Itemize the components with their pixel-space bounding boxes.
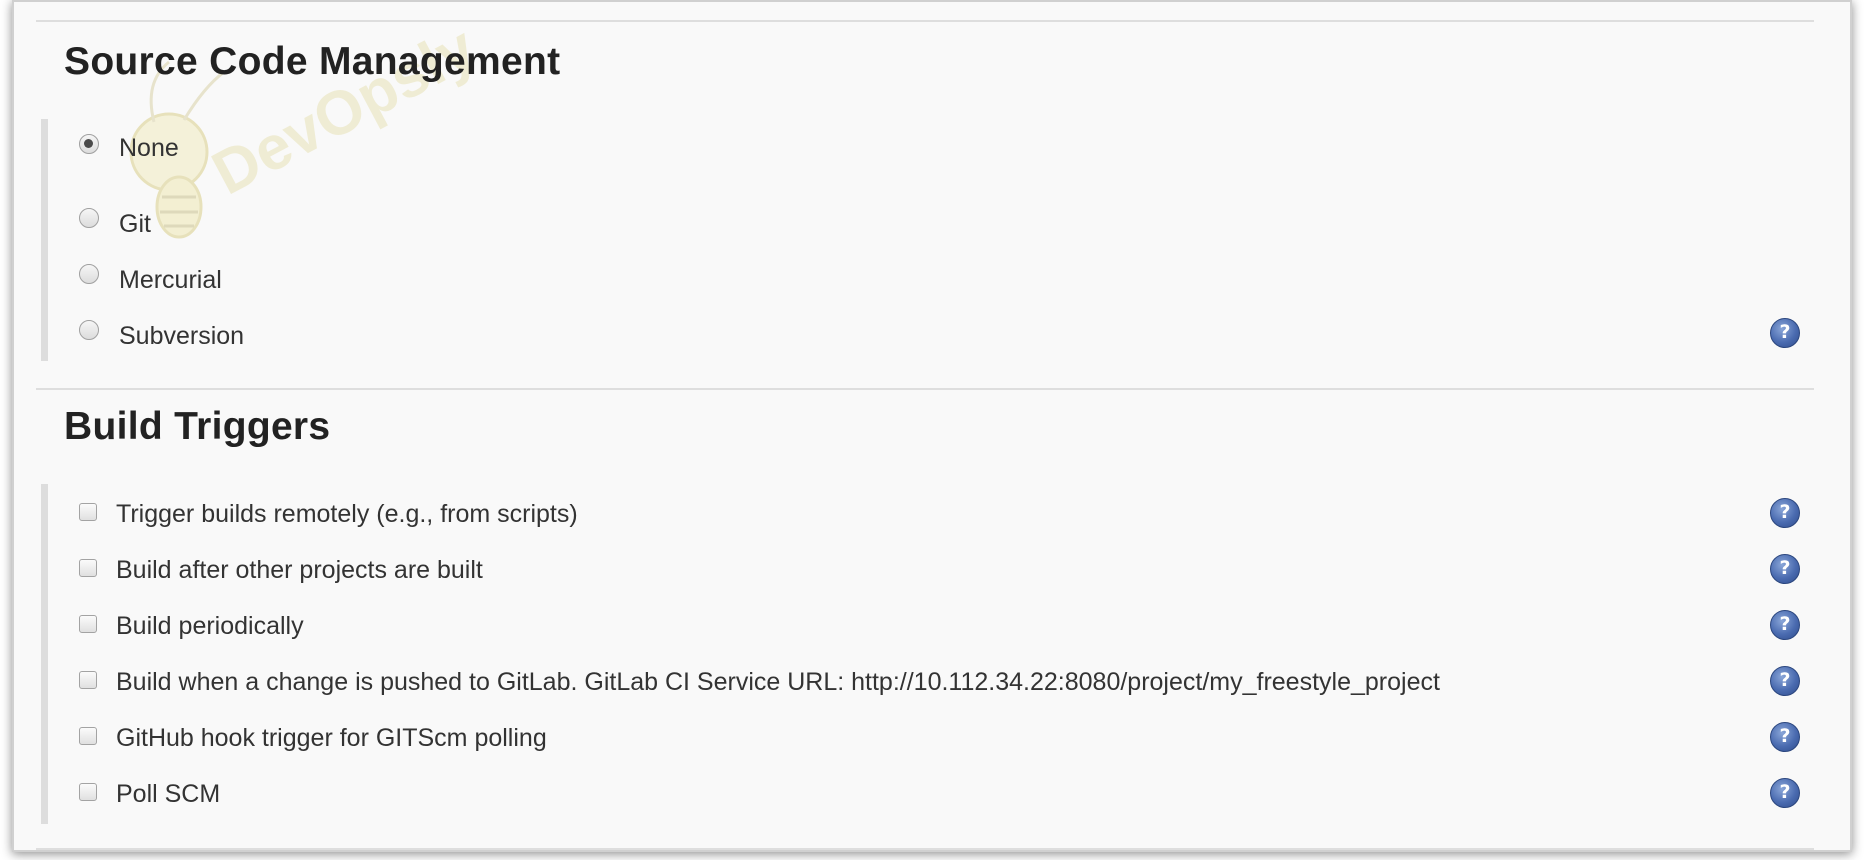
trigger-github-hook-label: GitHub hook trigger for GITScm polling <box>116 724 547 752</box>
scm-group-bar <box>41 119 48 361</box>
build-triggers-title: Build Triggers <box>64 405 331 448</box>
trigger-periodic-label: Build periodically <box>116 612 304 640</box>
scm-git-radio[interactable] <box>79 208 99 228</box>
trigger-remote-row[interactable]: Trigger builds remotely (e.g., from scri… <box>64 498 1810 542</box>
trigger-remote-label: Trigger builds remotely (e.g., from scri… <box>116 500 578 528</box>
bottom-divider <box>36 848 1814 850</box>
trigger-gitlab-label: Build when a change is pushed to GitLab.… <box>116 668 1440 696</box>
help-icon[interactable]: ? <box>1770 554 1800 584</box>
scm-option-none[interactable]: None <box>64 134 1810 174</box>
section-divider <box>36 388 1814 390</box>
scm-option-mercurial[interactable]: Mercurial <box>64 264 1810 304</box>
trigger-github-hook-checkbox[interactable] <box>79 727 97 745</box>
help-icon[interactable]: ? <box>1770 666 1800 696</box>
scm-mercurial-label: Mercurial <box>119 266 222 294</box>
help-icon[interactable]: ? <box>1770 722 1800 752</box>
scm-mercurial-radio[interactable] <box>79 264 99 284</box>
scm-subversion-label: Subversion <box>119 322 245 350</box>
trigger-after-other-row[interactable]: Build after other projects are built ? <box>64 554 1810 598</box>
scm-option-git[interactable]: Git <box>64 208 1810 248</box>
scm-none-radio[interactable] <box>79 134 99 154</box>
help-icon[interactable]: ? <box>1770 778 1800 808</box>
scm-section-title: Source Code Management <box>64 40 561 83</box>
trigger-after-other-label: Build after other projects are built <box>116 556 483 584</box>
trigger-poll-scm-row[interactable]: Poll SCM ? <box>64 778 1810 822</box>
trigger-gitlab-row[interactable]: Build when a change is pushed to GitLab.… <box>64 666 1810 710</box>
trigger-poll-scm-checkbox[interactable] <box>79 783 97 801</box>
trigger-github-hook-row[interactable]: GitHub hook trigger for GITScm polling ? <box>64 722 1810 766</box>
trigger-gitlab-checkbox[interactable] <box>79 671 97 689</box>
trigger-periodic-row[interactable]: Build periodically ? <box>64 610 1810 654</box>
scm-none-label: None <box>119 134 179 162</box>
help-icon[interactable]: ? <box>1770 318 1800 348</box>
help-icon[interactable]: ? <box>1770 498 1800 528</box>
top-divider <box>36 20 1814 22</box>
scm-git-label: Git <box>119 210 151 238</box>
trigger-remote-checkbox[interactable] <box>79 503 97 521</box>
triggers-group-bar <box>41 484 48 824</box>
jenkins-config-panel: DevOpsly Source Code Management None Git… <box>12 0 1852 852</box>
help-icon[interactable]: ? <box>1770 610 1800 640</box>
scm-subversion-radio[interactable] <box>79 320 99 340</box>
scm-option-subversion[interactable]: Subversion ? <box>64 318 1810 360</box>
trigger-after-other-checkbox[interactable] <box>79 559 97 577</box>
trigger-poll-scm-label: Poll SCM <box>116 780 221 808</box>
trigger-periodic-checkbox[interactable] <box>79 615 97 633</box>
